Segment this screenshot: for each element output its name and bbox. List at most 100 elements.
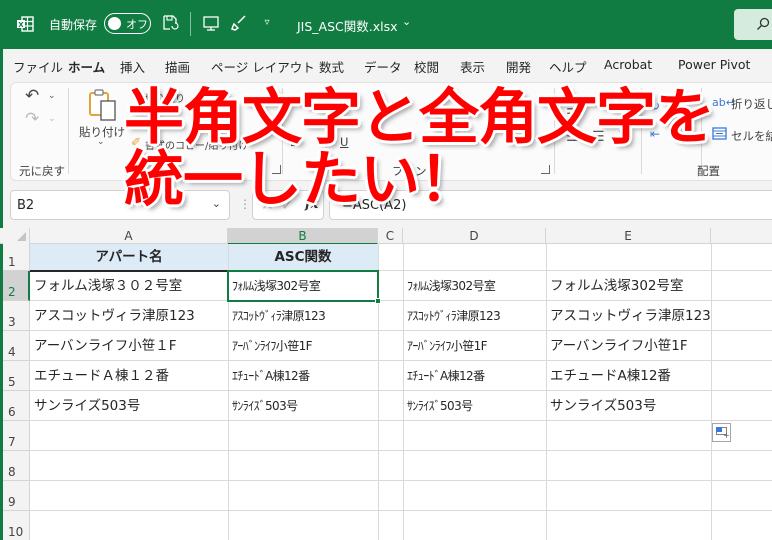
active-cell-selection <box>227 270 381 304</box>
autosave-toggle[interactable]: オフ <box>104 13 151 34</box>
gridline <box>30 420 772 421</box>
excel-icon: X <box>17 16 34 32</box>
merge-cells-icon[interactable] <box>712 127 727 143</box>
tab-view[interactable]: 表示 <box>460 57 485 76</box>
row-number: 2 <box>8 285 16 299</box>
row-number: 7 <box>8 435 16 449</box>
cell-b3[interactable]: ｱｽｺｯﾄｳﾞｨﾗ津原123 <box>228 301 326 331</box>
row-header-3[interactable]: 3 <box>3 301 30 331</box>
search-icon <box>757 17 770 30</box>
tab-draw[interactable]: 描画 <box>165 57 190 76</box>
cell-a5[interactable]: エチュードＡ棟１２番 <box>30 361 169 391</box>
cell-e3[interactable]: アスコットヴィラ津原123 <box>546 301 711 331</box>
cell-a3[interactable]: アスコットヴィラ津原123 <box>30 301 195 331</box>
cell-a4[interactable]: アーバンライフ小笹１F <box>30 331 177 361</box>
tab-home[interactable]: ホーム <box>68 57 106 82</box>
gridline <box>30 510 772 511</box>
name-box-value: B2 <box>17 198 35 213</box>
customize-qat-icon[interactable]: ▿ <box>258 14 276 32</box>
row-header-2[interactable]: 2 <box>3 271 30 301</box>
cell-d6[interactable]: ｻﾝﾗｲｽﾞ503号 <box>403 391 473 421</box>
merge-cells-label[interactable]: セルを結 <box>731 128 772 144</box>
column-header-b[interactable]: B <box>228 228 378 245</box>
cell-b5[interactable]: ｴﾁｭｰﾄﾞA棟12番 <box>228 361 310 391</box>
tab-review[interactable]: 校閲 <box>414 57 439 76</box>
redo-icon[interactable]: ↷ <box>25 111 39 128</box>
cell-a2[interactable]: フォルム浅塚３０２号室 <box>30 271 182 301</box>
row-number: 10 <box>8 525 24 539</box>
redo-dropdown-icon: ⌄ <box>48 114 56 124</box>
column-header-c[interactable]: C <box>378 228 403 244</box>
file-name[interactable]: JIS_ASC関数.xlsx <box>297 16 398 35</box>
font-launcher-icon[interactable] <box>541 165 550 174</box>
tab-file[interactable]: ファイル <box>13 57 63 76</box>
tab-insert[interactable]: 挿入 <box>120 57 145 76</box>
cell-e2[interactable]: フォルム浅塚302号室 <box>546 271 684 301</box>
overlay-headline-line2: 統一したい！ <box>124 145 479 215</box>
row-number: 3 <box>8 315 16 329</box>
row-header-10[interactable]: 10 <box>3 511 30 540</box>
row-header-4[interactable]: 4 <box>3 331 30 361</box>
column-header-f[interactable] <box>711 228 772 244</box>
column-header-e[interactable]: E <box>546 228 711 244</box>
select-all-button[interactable] <box>3 228 30 244</box>
autosave-label: 自動保存 <box>49 18 98 32</box>
cell-d5[interactable]: ｴﾁｭｰﾄﾞA棟12番 <box>403 361 485 391</box>
cell-e6[interactable]: サンライズ503号 <box>546 391 656 421</box>
tab-power-pivot[interactable]: Power Pivot <box>678 57 750 72</box>
chevron-down-icon[interactable]: ⌄ <box>402 15 411 28</box>
undo-group-label: 元に戻す <box>19 164 65 178</box>
paste-icon[interactable] <box>88 88 118 125</box>
titlebar-divider <box>190 12 191 36</box>
cell-d4[interactable]: ｱｰﾊﾞﾝﾗｲﾌ小笹1F <box>403 331 488 361</box>
tab-page-layout[interactable]: ページ レイアウト <box>211 57 315 76</box>
gridline <box>711 244 712 540</box>
gridline <box>30 450 772 451</box>
tab-developer[interactable]: 開発 <box>506 57 531 76</box>
tab-data[interactable]: データ <box>364 57 402 76</box>
autosave-state: オフ <box>126 18 148 31</box>
row-header-5[interactable]: 5 <box>3 361 30 391</box>
save-icon[interactable] <box>161 14 179 32</box>
wrap-text-label[interactable]: 折り返し <box>731 96 772 112</box>
cell-d2[interactable]: ﾌｫﾙﾑ浅塚302号室 <box>403 271 496 301</box>
row-header-8[interactable]: 8 <box>3 451 30 481</box>
cell-e5[interactable]: エチュードA棟12番 <box>546 361 671 391</box>
plus-icon: + <box>723 431 730 440</box>
undo-dropdown-icon[interactable]: ⌄ <box>48 92 56 101</box>
screen-icon[interactable] <box>202 14 220 32</box>
row-number: 6 <box>8 405 16 419</box>
paste-options-highlight <box>716 427 722 432</box>
row-number: 4 <box>8 345 16 359</box>
paste-options-button[interactable]: + <box>712 423 731 442</box>
toggle-knob <box>108 17 121 30</box>
overlay-headline-line1: 半角文字と全角文字を <box>124 83 715 153</box>
search-button[interactable] <box>734 9 772 40</box>
tab-help[interactable]: ヘルプ <box>549 57 587 76</box>
cell-b4[interactable]: ｱｰﾊﾞﾝﾗｲﾌ小笹1F <box>228 331 313 361</box>
title-bar: X 自動保存 オフ ▿ JIS_ASC関数.xlsx ⌄ <box>0 0 772 49</box>
fill-handle[interactable] <box>375 298 381 304</box>
row-header-1[interactable]: 1 <box>3 244 30 271</box>
alignment-group-label: 配置 <box>697 164 720 178</box>
cell-b6[interactable]: ｻﾝﾗｲｽﾞ503号 <box>228 391 298 421</box>
column-header-d[interactable]: D <box>403 228 546 244</box>
row-header-9[interactable]: 9 <box>3 481 30 511</box>
cell-a1[interactable]: アパート名 <box>30 244 228 271</box>
undo-icon[interactable]: ↶ <box>25 88 39 105</box>
column-header-a[interactable]: A <box>30 228 228 244</box>
cell-d3[interactable]: ｱｽｺｯﾄｳﾞｨﾗ津原123 <box>403 301 501 331</box>
row-header-6[interactable]: 6 <box>3 391 30 421</box>
ribbon-divider <box>68 88 69 174</box>
ribbon-tabs: ファイル ホーム 挿入 描画 ページ レイアウト 数式 データ 校閲 表示 開発… <box>0 49 772 82</box>
tab-acrobat[interactable]: Acrobat <box>604 57 652 72</box>
brush-icon[interactable] <box>230 14 248 32</box>
row-number: 9 <box>8 495 16 509</box>
row-number: 5 <box>8 375 16 389</box>
paste-dropdown-icon[interactable]: ⌄ <box>97 138 105 147</box>
tab-formulas[interactable]: 数式 <box>319 57 344 76</box>
cell-a6[interactable]: サンライズ503号 <box>30 391 140 421</box>
cell-e4[interactable]: アーバンライフ小笹1F <box>546 331 688 361</box>
cell-b1[interactable]: ASC関数 <box>228 244 378 271</box>
row-header-7[interactable]: 7 <box>3 421 30 451</box>
